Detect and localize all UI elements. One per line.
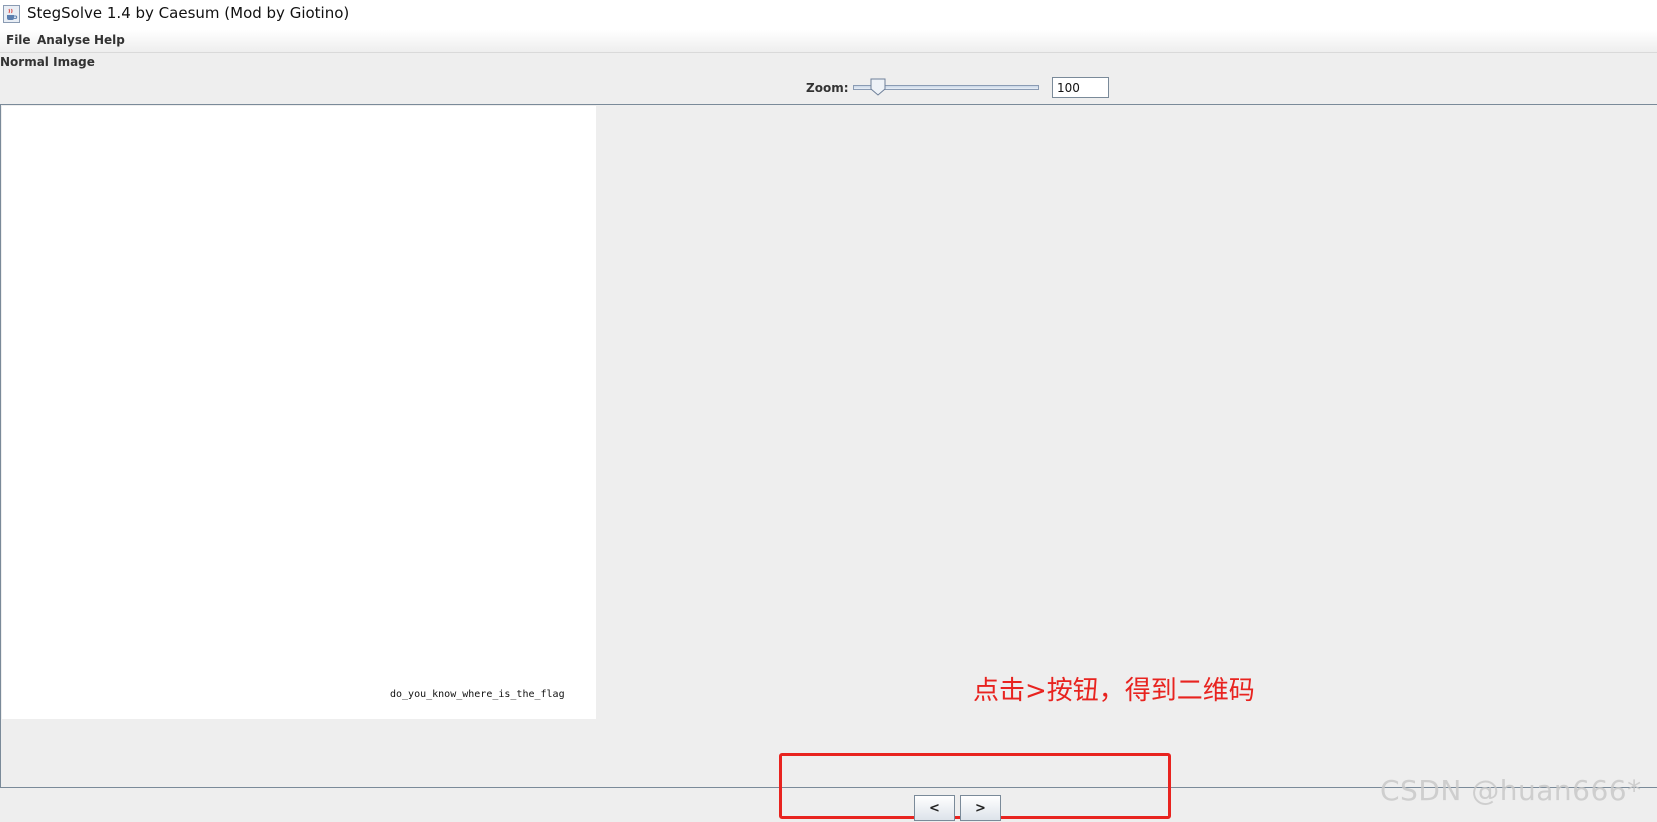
title-bar: StegSolve 1.4 by Caesum (Mod by Giotino): [0, 0, 1657, 30]
window-title: StegSolve 1.4 by Caesum (Mod by Giotino): [27, 4, 350, 22]
image-mode-label: Normal Image: [0, 55, 95, 69]
watermark: CSDN @huan666*: [1380, 774, 1642, 807]
menu-file[interactable]: File: [6, 33, 31, 47]
zoom-input[interactable]: [1052, 77, 1109, 98]
menu-analyse[interactable]: Analyse: [37, 33, 90, 47]
java-cup-icon: [3, 5, 20, 23]
menu-help[interactable]: Help: [94, 33, 125, 47]
image-caption-text: do_you_know_where_is_the_flag: [390, 689, 565, 700]
menu-bar: File Analyse Help: [0, 30, 1657, 53]
image-viewport: do_you_know_where_is_the_flag: [0, 104, 1657, 788]
zoom-label: Zoom:: [806, 81, 849, 95]
zoom-slider[interactable]: [853, 78, 1039, 96]
prev-button[interactable]: <: [914, 795, 955, 821]
image-canvas: do_you_know_where_is_the_flag: [2, 106, 596, 719]
next-button[interactable]: >: [960, 795, 1001, 821]
annotation-text: 点击>按钮，得到二维码: [973, 676, 1255, 706]
zoom-slider-thumb[interactable]: [870, 78, 886, 96]
